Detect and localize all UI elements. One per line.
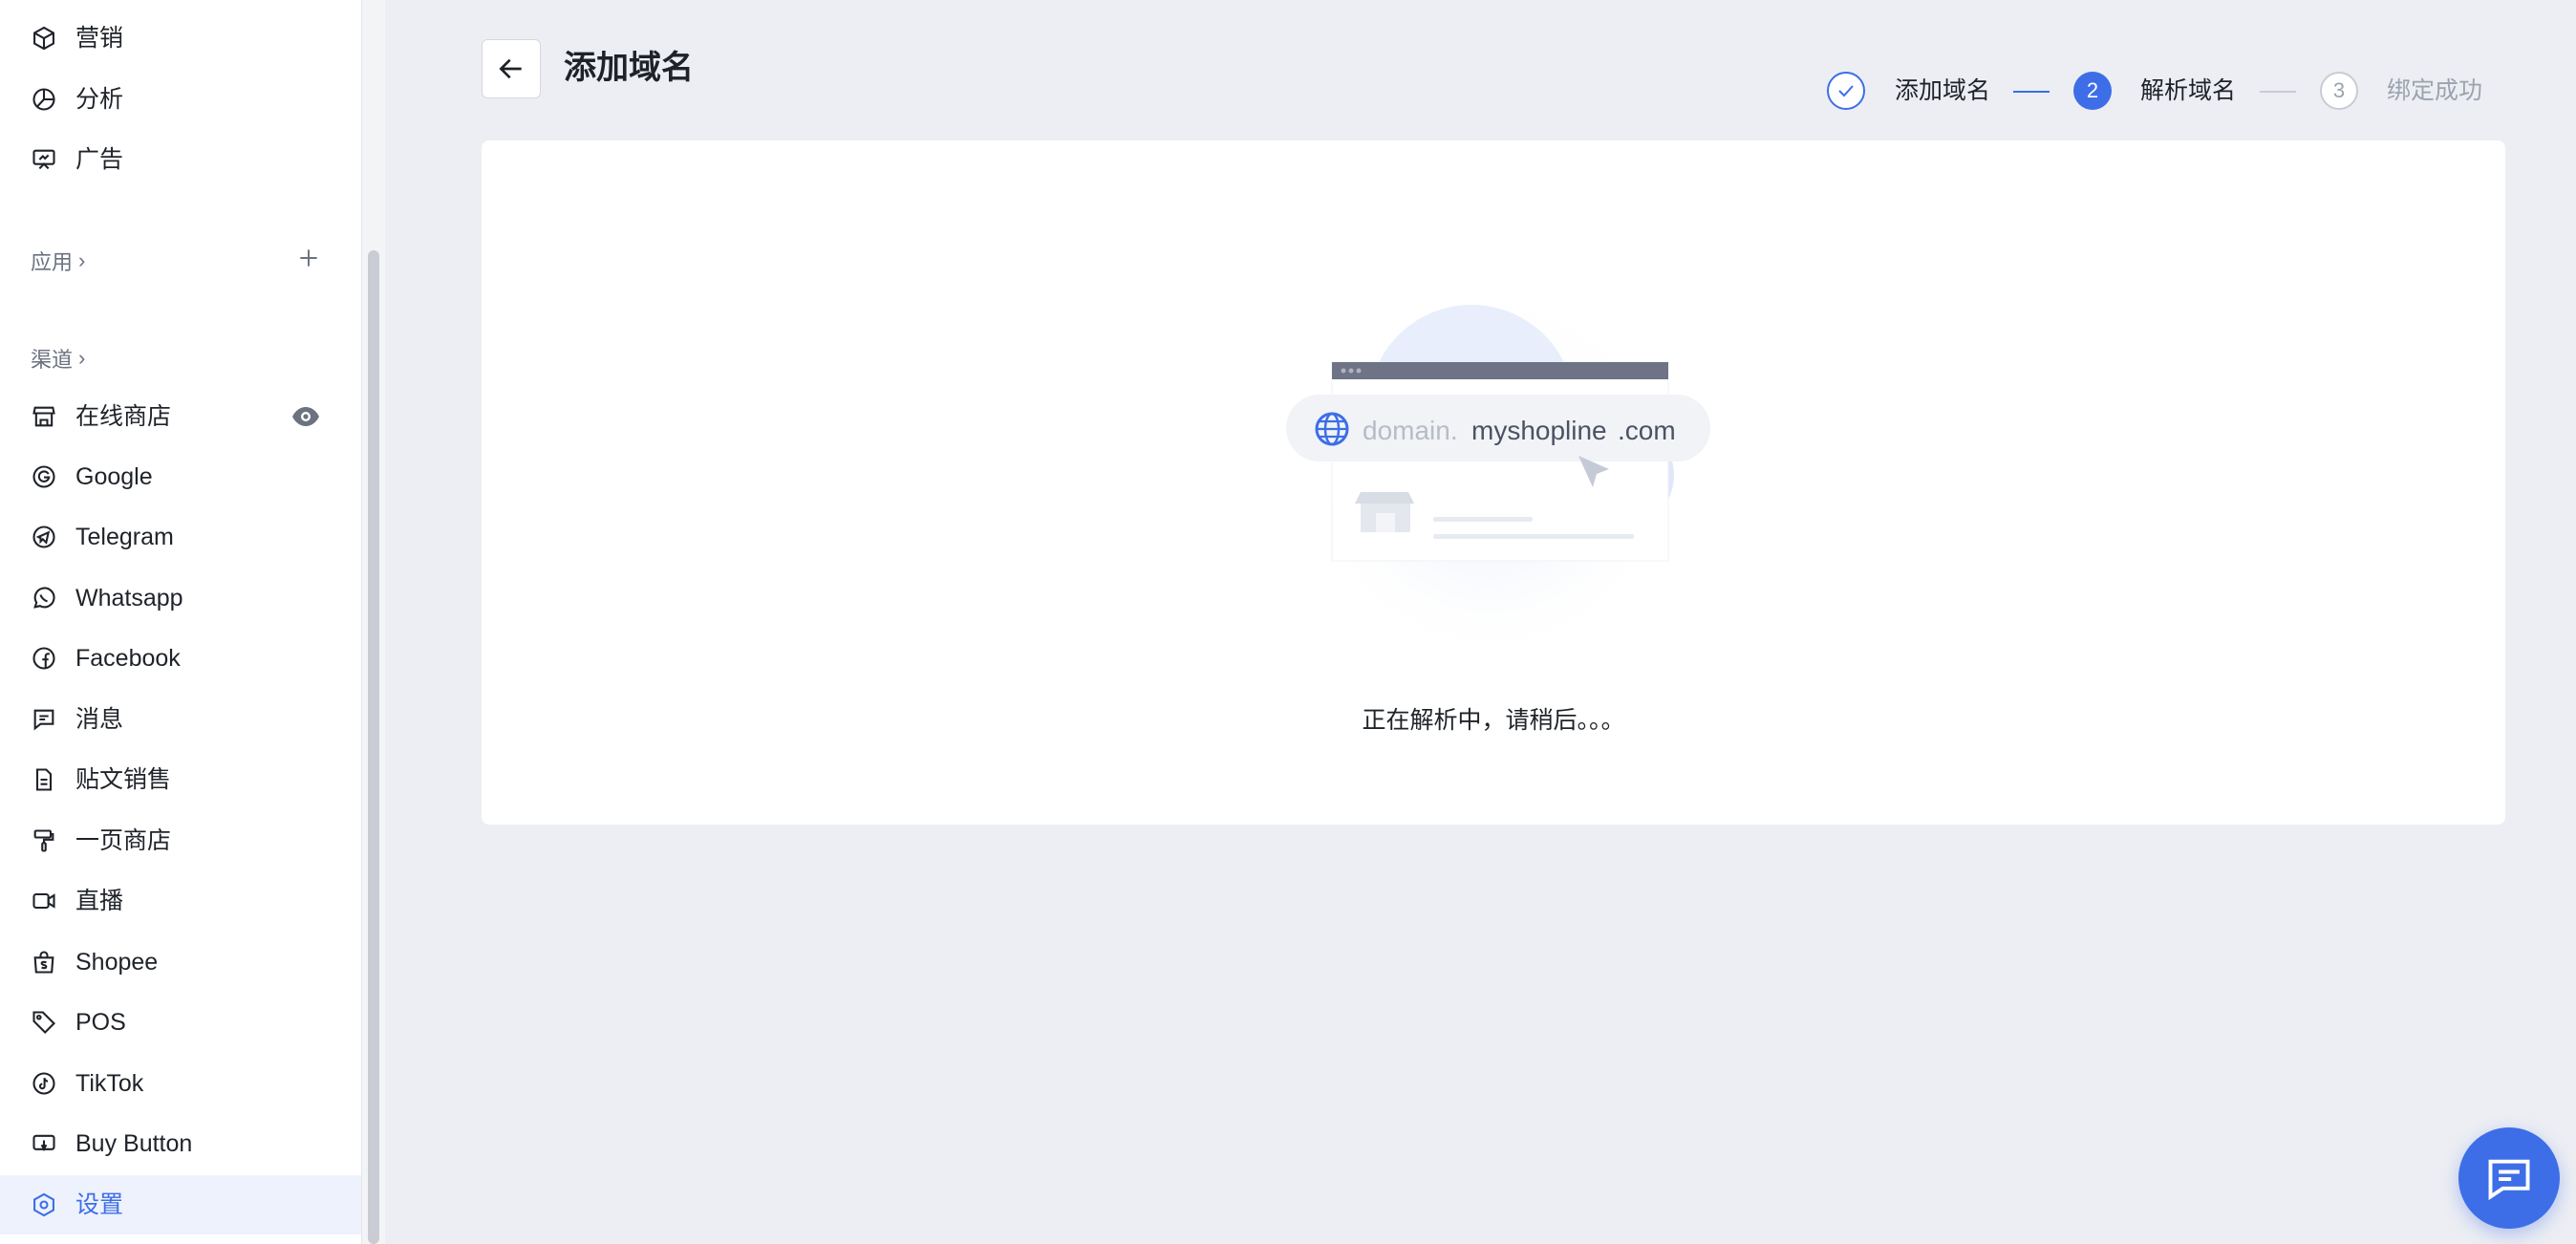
sidebar-item-post-sales[interactable]: 贴文销售 xyxy=(0,750,361,809)
eye-icon[interactable] xyxy=(290,403,321,430)
brush-icon xyxy=(31,827,57,854)
buy-button-icon xyxy=(31,1130,57,1157)
billboard-icon xyxy=(31,146,57,173)
facebook-icon xyxy=(31,645,57,672)
sidebar: 营销 分析 广告 应用 › 渠道 › 在线商店 Google Telegram … xyxy=(0,0,362,1244)
sidebar-item-buy-button[interactable]: Buy Button xyxy=(0,1114,361,1173)
document-icon xyxy=(31,766,57,793)
sidebar-item-settings[interactable]: 设置 xyxy=(0,1175,361,1234)
sidebar-item-telegram[interactable]: Telegram xyxy=(0,507,361,567)
tiktok-icon xyxy=(31,1070,57,1097)
step-3-label: 绑定成功 xyxy=(2387,77,2483,104)
cube-icon xyxy=(31,25,57,52)
chevron-right-icon: › xyxy=(78,346,86,370)
step-connector-1 xyxy=(2013,91,2050,93)
video-icon xyxy=(31,888,57,914)
sidebar-item-label: POS xyxy=(75,1009,126,1036)
sidebar-item-ads[interactable]: 广告 xyxy=(0,130,361,189)
content-card: domain. myshopline .com 正在解析中，请稍后。。。 xyxy=(482,140,2505,825)
sidebar-item-label: 分析 xyxy=(75,86,124,113)
sidebar-item-live[interactable]: 直播 xyxy=(0,871,361,931)
chevron-right-icon: › xyxy=(78,248,86,272)
sidebar-item-label: 直播 xyxy=(75,888,124,914)
check-icon xyxy=(1838,85,1854,97)
domain-resolving-illustration: domain. myshopline .com xyxy=(1286,284,1710,647)
sidebar-item-label: 营销 xyxy=(75,25,124,52)
sidebar-item-label: 在线商店 xyxy=(75,403,172,430)
sidebar-item-messages[interactable]: 消息 xyxy=(0,690,361,749)
settings-icon xyxy=(31,1191,57,1218)
step-2-indicator: 2 xyxy=(2073,72,2112,110)
tag-icon xyxy=(31,1009,57,1036)
store-icon xyxy=(31,403,57,430)
sidebar-item-label: Whatsapp xyxy=(75,585,183,611)
sidebar-item-label: 消息 xyxy=(75,706,124,733)
resolving-status-text: 正在解析中，请稍后。。。 xyxy=(1362,707,1625,734)
sidebar-item-pos[interactable]: POS xyxy=(0,993,361,1052)
message-icon xyxy=(31,706,57,733)
svg-text:myshopline: myshopline xyxy=(1471,416,1607,445)
sidebar-item-label: 贴文销售 xyxy=(75,766,172,793)
sidebar-item-label: Telegram xyxy=(75,524,174,550)
sidebar-item-shopee[interactable]: Shopee xyxy=(0,933,361,992)
sidebar-item-marketing[interactable]: 营销 xyxy=(0,9,361,68)
plus-icon[interactable] xyxy=(296,246,321,270)
sidebar-item-label: Buy Button xyxy=(75,1130,193,1157)
step-1-indicator xyxy=(1827,72,1865,110)
pie-chart-icon xyxy=(31,86,57,113)
step-connector-2 xyxy=(2260,91,2296,93)
chat-button[interactable] xyxy=(2458,1127,2560,1229)
sidebar-item-one-page-store[interactable]: 一页商店 xyxy=(0,811,361,870)
back-button[interactable] xyxy=(482,39,541,98)
channels-section-header[interactable]: 渠道 › xyxy=(31,343,85,374)
step-2-label: 解析域名 xyxy=(2140,77,2237,104)
sidebar-item-tiktok[interactable]: TikTok xyxy=(0,1054,361,1113)
sidebar-item-label: 广告 xyxy=(75,146,124,173)
sidebar-item-whatsapp[interactable]: Whatsapp xyxy=(0,568,361,628)
sidebar-item-label: 一页商店 xyxy=(75,827,172,854)
telegram-icon xyxy=(31,524,57,550)
chat-icon xyxy=(2488,1159,2530,1201)
sidebar-item-label: 设置 xyxy=(75,1191,124,1218)
step-3-indicator: 3 xyxy=(2320,72,2358,110)
step-1-label: 添加域名 xyxy=(1895,77,1991,104)
sidebar-item-online-store[interactable]: 在线商店 xyxy=(0,387,361,446)
channels-section-label: 渠道 xyxy=(31,348,74,372)
apps-section-header[interactable]: 应用 › xyxy=(31,246,85,276)
sidebar-item-label: Facebook xyxy=(75,645,181,672)
shopping-bag-icon xyxy=(31,949,57,976)
store-illustration-icon xyxy=(1355,492,1414,532)
google-icon xyxy=(31,463,57,490)
sidebar-item-facebook[interactable]: Facebook xyxy=(0,629,361,688)
svg-text:domain.: domain. xyxy=(1363,416,1458,445)
sidebar-scrollbar-thumb[interactable] xyxy=(368,250,379,1244)
page-title: 添加域名 xyxy=(564,50,694,86)
arrow-left-icon xyxy=(499,58,522,79)
sidebar-item-label: Google xyxy=(75,463,153,490)
sidebar-item-label: TikTok xyxy=(75,1070,144,1097)
svg-text:.com: .com xyxy=(1618,416,1676,445)
whatsapp-icon xyxy=(31,585,57,611)
sidebar-item-label: Shopee xyxy=(75,949,159,976)
apps-section-label: 应用 xyxy=(31,250,74,274)
sidebar-item-google[interactable]: Google xyxy=(0,447,361,506)
sidebar-item-analytics[interactable]: 分析 xyxy=(0,70,361,129)
